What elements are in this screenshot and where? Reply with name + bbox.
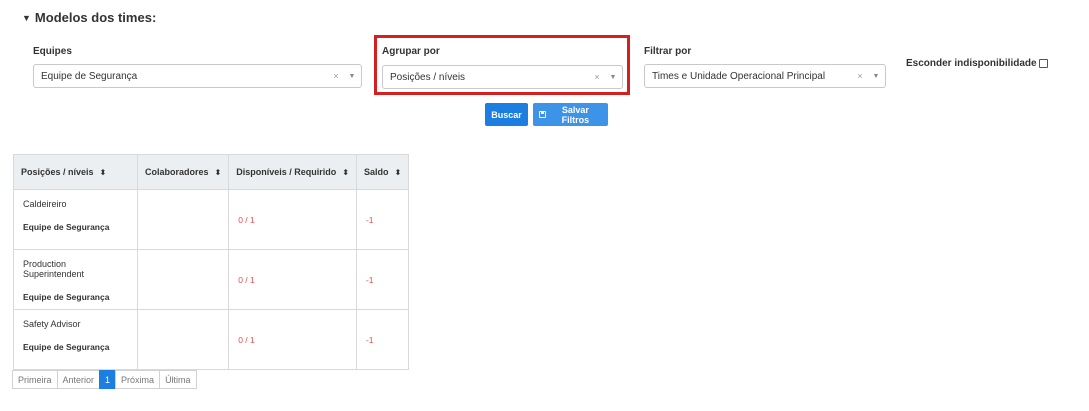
- table-row: Production Superintendent Equipe de Segu…: [13, 249, 410, 310]
- column-header-label: Colaboradores: [145, 167, 209, 177]
- filter-by-label: Filtrar por: [644, 46, 692, 57]
- pagination-last-button[interactable]: Última: [159, 370, 197, 389]
- teams-select-value: Equipe de Segurança: [41, 70, 138, 82]
- teams-label: Equipes: [33, 46, 72, 57]
- collaborators-cell: [136, 309, 230, 370]
- group-by-clear-icon[interactable]: ×: [590, 72, 604, 82]
- position-name: Safety Advisor: [23, 319, 81, 329]
- column-header-positions[interactable]: Posições / níveis ⬍: [13, 154, 138, 190]
- team-name: Equipe de Segurança: [23, 292, 110, 302]
- filter-by-chevron-down-icon[interactable]: ▼: [867, 73, 885, 80]
- search-button[interactable]: Buscar: [485, 103, 528, 126]
- filter-by-select-value: Times e Unidade Operacional Principal: [652, 70, 826, 82]
- column-header-collaborators[interactable]: Colaboradores ⬍: [136, 154, 230, 190]
- team-name: Equipe de Segurança: [23, 342, 110, 352]
- collapse-caret-icon[interactable]: ▼: [22, 13, 31, 23]
- save-filters-button[interactable]: Salvar Filtros: [533, 103, 608, 126]
- collaborators-cell: [136, 189, 230, 250]
- teams-select[interactable]: Equipe de Segurança × ▼: [33, 64, 362, 88]
- position-name: Production Superintendent: [23, 259, 85, 279]
- filter-by-clear-icon[interactable]: ×: [853, 71, 867, 81]
- filter-by-select[interactable]: Times e Unidade Operacional Principal × …: [644, 64, 886, 88]
- group-by-select[interactable]: Posições / níveis × ▼: [382, 65, 623, 89]
- hide-unavailability-toggle[interactable]: Esconder indisponibilidade: [906, 58, 1048, 69]
- position-name: Caldeireiro: [23, 199, 67, 209]
- balance-cell: -1: [355, 309, 410, 370]
- group-by-chevron-down-icon[interactable]: ▼: [604, 74, 622, 81]
- available-cell: 0 / 1: [228, 309, 357, 370]
- balance-cell: -1: [355, 249, 410, 310]
- column-header-label: Saldo: [363, 167, 389, 177]
- table-row: Safety Advisor Equipe de Segurança 0 / 1…: [13, 309, 410, 370]
- sort-icon[interactable]: ⬍: [394, 168, 401, 177]
- floppy-disk-icon: [539, 111, 546, 118]
- pagination-next-button[interactable]: Próxima: [115, 370, 161, 389]
- table-header-row: Posições / níveis ⬍ Colaboradores ⬍ Dispon…: [13, 154, 410, 190]
- pagination-page-1-button[interactable]: 1: [99, 370, 117, 389]
- group-by-select-value: Posições / níveis: [390, 71, 466, 83]
- column-header-label: Disponíveis / Requirido: [236, 167, 337, 177]
- section-title[interactable]: ▼ Modelos dos times:: [22, 10, 156, 25]
- group-by-label: Agrupar por: [382, 46, 440, 57]
- collaborators-cell: [136, 249, 230, 310]
- positions-table: Posições / níveis ⬍ Colaboradores ⬍ Dispon…: [13, 154, 410, 370]
- column-header-label: Posições / níveis: [21, 167, 94, 177]
- pagination-previous-button[interactable]: Anterior: [56, 370, 101, 389]
- hide-unavailability-label: Esconder indisponibilidade: [906, 58, 1037, 69]
- sort-icon[interactable]: ⬍: [215, 168, 222, 177]
- team-name: Equipe de Segurança: [23, 222, 110, 232]
- table-row: Caldeireiro Equipe de Segurança 0 / 1 -1: [13, 189, 410, 250]
- position-cell: Caldeireiro Equipe de Segurança: [13, 189, 138, 250]
- pagination: Primeira Anterior 1 Próxima Última: [12, 370, 197, 389]
- balance-cell: -1: [355, 189, 410, 250]
- column-header-available[interactable]: Disponíveis / Requirido ⬍: [228, 154, 357, 190]
- available-cell: 0 / 1: [228, 189, 357, 250]
- available-cell: 0 / 1: [228, 249, 357, 310]
- column-header-balance[interactable]: Saldo ⬍: [355, 154, 410, 190]
- section-title-text: Modelos dos times:: [34, 10, 157, 25]
- save-filters-label: Salvar Filtros: [561, 104, 590, 125]
- pagination-first-button[interactable]: Primeira: [12, 370, 58, 389]
- teams-clear-icon[interactable]: ×: [329, 71, 343, 81]
- hide-unavailability-checkbox[interactable]: [1038, 59, 1048, 68]
- teams-chevron-down-icon[interactable]: ▼: [343, 73, 361, 80]
- position-cell: Safety Advisor Equipe de Segurança: [13, 309, 138, 370]
- position-cell: Production Superintendent Equipe de Segu…: [13, 249, 138, 310]
- sort-icon[interactable]: ⬍: [100, 168, 107, 177]
- sort-icon[interactable]: ⬍: [342, 168, 349, 177]
